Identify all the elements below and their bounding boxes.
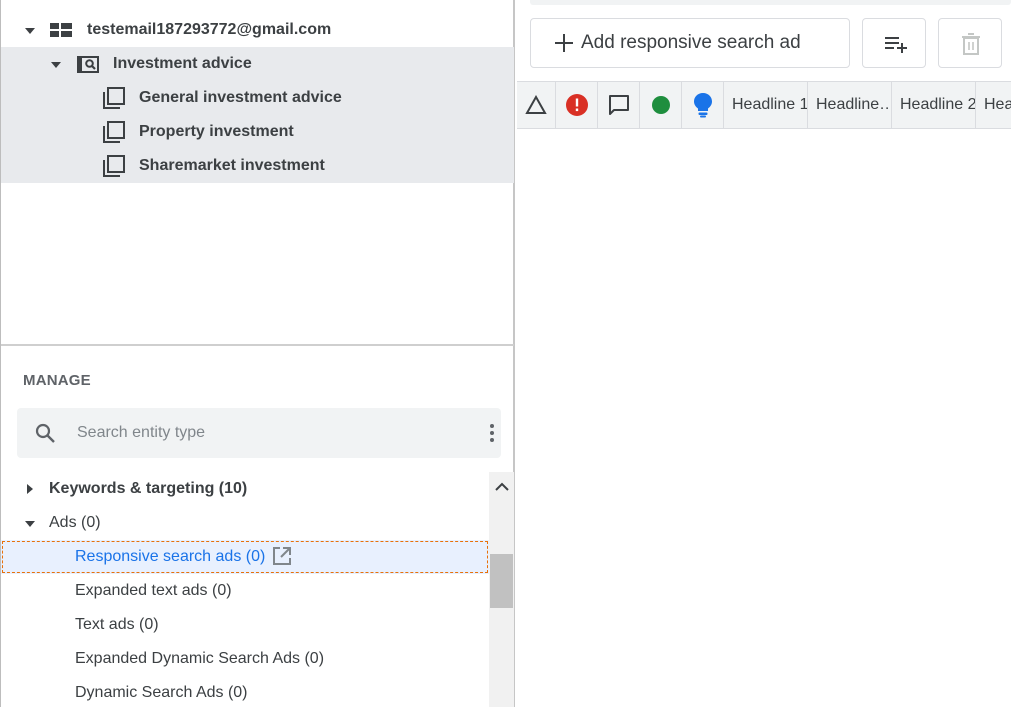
add-multiple-button[interactable] xyxy=(862,18,926,68)
list-item-label: Text ads (0) xyxy=(75,616,159,633)
ad-group-name: Property investment xyxy=(139,123,294,140)
column-header-status[interactable] xyxy=(640,82,682,128)
entity-type-list: Keywords & targeting (10) Ads (0) Respon… xyxy=(1,472,489,707)
list-item-expanded-text-ads[interactable]: Expanded text ads (0) xyxy=(1,574,489,608)
list-item-expanded-dynamic-search-ads[interactable]: Expanded Dynamic Search Ads (0) xyxy=(1,642,489,676)
ad-group-icon xyxy=(102,120,126,144)
more-vert-icon[interactable] xyxy=(483,422,501,449)
column-header-recommendations[interactable] xyxy=(682,82,724,128)
list-item-label: Expanded text ads (0) xyxy=(75,582,232,599)
list-item-label: Responsive search ads (0) xyxy=(75,548,266,565)
campaign-name: Investment advice xyxy=(113,55,252,72)
account-tree: testemail187293772@gmail.com Investment … xyxy=(1,0,514,346)
column-header-headline-more[interactable]: Hea xyxy=(976,82,1011,128)
grid-header: Headline 1 Headline… Headline 2 Hea xyxy=(517,81,1011,129)
tree-row-ad-group[interactable]: Sharemarket investment xyxy=(1,149,514,183)
expand-caret-icon[interactable] xyxy=(25,28,35,34)
playlist-add-icon xyxy=(885,37,907,53)
column-header-comments[interactable] xyxy=(598,82,640,128)
list-item-label: Dynamic Search Ads (0) xyxy=(75,684,248,701)
list-item-ads[interactable]: Ads (0) xyxy=(1,506,489,540)
account-email: testemail187293772@gmail.com xyxy=(87,21,332,38)
ad-group-name: General investment advice xyxy=(139,89,342,106)
right-pane: Add responsive search ad Headline 1 Head… xyxy=(517,0,1011,707)
account-grid-icon xyxy=(49,18,73,42)
status-dot-icon xyxy=(651,96,670,114)
tree-row-account[interactable]: testemail187293772@gmail.com xyxy=(1,13,514,47)
delete-button[interactable] xyxy=(938,18,1002,68)
delete-icon xyxy=(962,33,980,55)
expand-caret-icon[interactable] xyxy=(51,62,61,68)
entity-search-box[interactable] xyxy=(17,408,501,458)
tree-row-ad-group[interactable]: General investment advice xyxy=(1,81,514,115)
entity-list-scrollbar[interactable] xyxy=(489,472,514,707)
list-item-label: Keywords & targeting (10) xyxy=(49,480,248,497)
expand-caret-icon[interactable] xyxy=(25,521,35,527)
tree-row-ad-group[interactable]: Property investment xyxy=(1,115,514,149)
plus-icon xyxy=(553,32,575,60)
grid-body xyxy=(517,129,1011,707)
search-icon xyxy=(33,421,57,450)
column-header-headline-pin[interactable]: Headline… xyxy=(808,82,892,128)
list-item-label: Expanded Dynamic Search Ads (0) xyxy=(75,650,325,667)
manage-heading: MANAGE xyxy=(23,372,91,389)
open-in-new-icon[interactable] xyxy=(271,545,293,572)
list-item-text-ads[interactable]: Text ads (0) xyxy=(1,608,489,642)
lightbulb-icon xyxy=(693,93,712,118)
ad-group-icon xyxy=(102,86,126,110)
collapse-caret-icon[interactable] xyxy=(27,484,33,494)
error-icon xyxy=(565,94,588,116)
tree-row-campaign[interactable]: Investment advice xyxy=(1,47,514,81)
add-responsive-search-ad-button[interactable]: Add responsive search ad xyxy=(530,18,850,68)
column-header-warnings[interactable] xyxy=(517,82,556,128)
top-strip xyxy=(530,0,1011,5)
search-entity-input[interactable] xyxy=(75,420,455,446)
search-campaign-icon xyxy=(76,52,100,76)
ad-group-name: Sharemarket investment xyxy=(139,157,325,174)
add-button-label: Add responsive search ad xyxy=(581,32,801,53)
chevron-up-icon[interactable] xyxy=(494,480,510,499)
scroll-thumb[interactable] xyxy=(490,554,513,608)
warning-triangle-icon xyxy=(525,95,547,114)
column-header-headline-1[interactable]: Headline 1 xyxy=(724,82,808,128)
ad-group-icon xyxy=(102,154,126,178)
left-pane: testemail187293772@gmail.com Investment … xyxy=(0,0,515,707)
comment-icon xyxy=(608,95,629,115)
list-item-keywords-targeting[interactable]: Keywords & targeting (10) xyxy=(1,472,489,506)
column-header-errors[interactable] xyxy=(556,82,598,128)
list-item-label: Ads (0) xyxy=(49,514,101,531)
column-header-headline-2[interactable]: Headline 2 xyxy=(892,82,976,128)
list-item-responsive-search-ads[interactable]: Responsive search ads (0) xyxy=(1,540,489,574)
list-item-dynamic-search-ads[interactable]: Dynamic Search Ads (0) xyxy=(1,676,489,707)
